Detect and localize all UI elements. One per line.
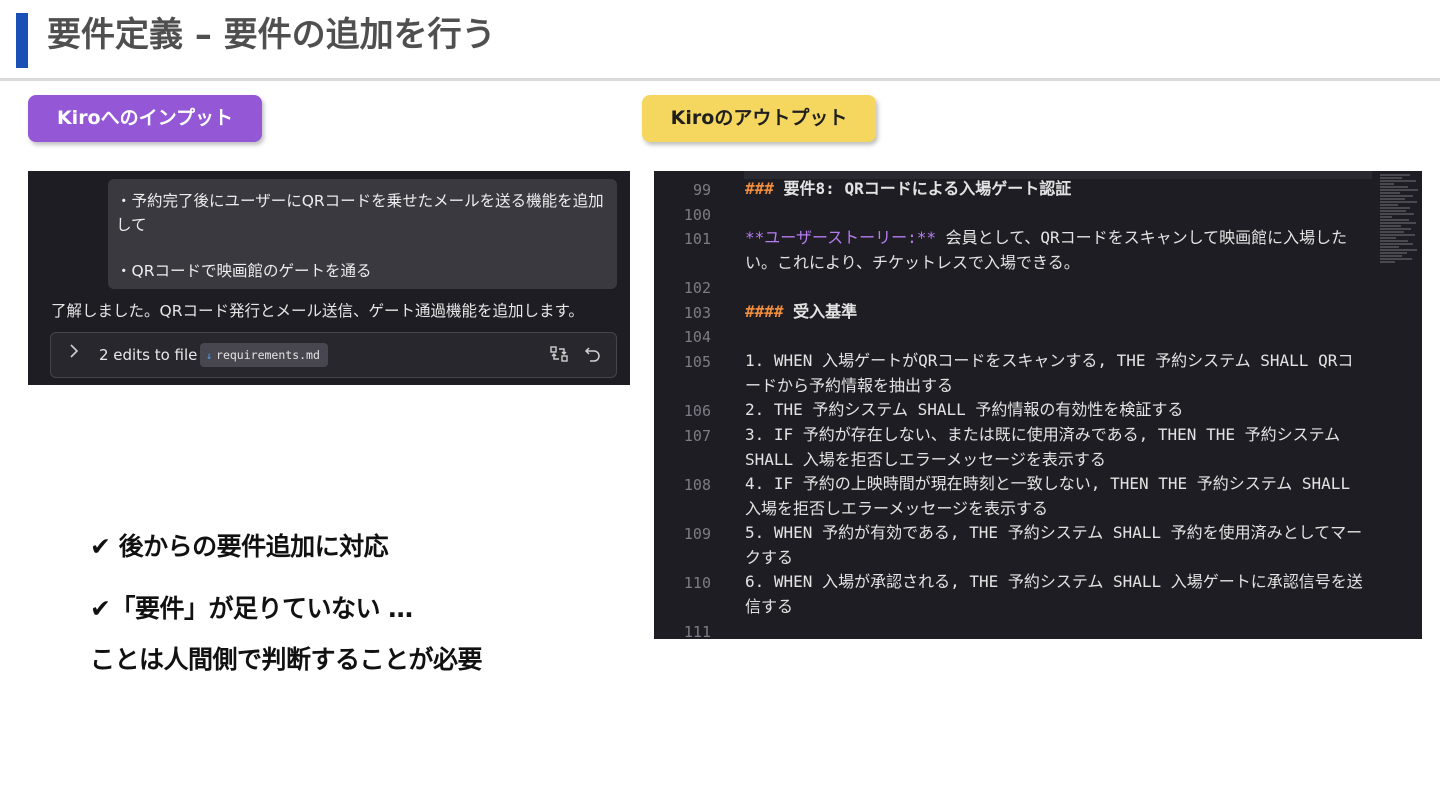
point-human-judgment: ことは人間側で判断することが必要 [90,645,483,674]
code-line: 4. IF 予約の上映時間が現在時刻と一致しない, THEN THE 予約システ… [745,474,1360,518]
assistant-message: 了解しました。QRコード発行とメール送信、ゲート通過機能を追加します。 [51,302,584,320]
minimap-line [1380,189,1418,191]
point-missing-requirements: ✔「要件」が足りていない … [90,594,413,623]
title-divider [0,78,1440,81]
minimap-line [1380,243,1413,245]
heading-text: 要件8: QRコードによる入場ゲート認証 [773,179,1072,198]
code-line: 1. WHEN 入場ゲートがQRコードをスキャンする, THE 予約システム S… [745,351,1354,395]
minimap-line [1380,201,1417,203]
minimap-line [1380,228,1411,230]
minimap-line [1380,192,1400,194]
minimap-line [1380,261,1395,263]
minimap-line [1380,174,1410,176]
chat-panel: ・予約完了後にユーザーにQRコードを乗せたメールを送る機能を追加して ・QRコー… [28,171,630,385]
minimap-line [1380,177,1402,179]
edits-label: 2 edits to file [99,346,198,364]
heading-text: 受入基準 [783,302,858,321]
minimap-line [1380,222,1416,224]
minimap-line [1380,213,1414,215]
minimap-line [1380,210,1406,212]
code-line: 6. WHEN 入場が承認される, THE 予約システム SHALL 入場ゲート… [745,572,1363,616]
output-tag: Kiroのアウトプット [642,95,876,142]
minimap[interactable] [1376,171,1422,266]
minimap-line [1380,207,1410,209]
user-message-line: ・予約完了後にユーザーにQRコードを乗せたメールを送る機能を追加して [116,192,604,234]
minimap-line [1380,219,1409,221]
minimap-line [1380,195,1413,197]
line-number: 104 [683,328,711,346]
code-line: 3. IF 予約が存在しない、または既に使用済みである, THEN THE 予約… [745,425,1350,469]
minimap-line [1380,234,1415,236]
minimap-line [1380,246,1399,248]
heading-marker: ### [745,179,774,198]
minimap-line [1380,240,1408,242]
line-number: 105 [683,353,711,371]
code-line: **ユーザーストーリー:** 会員として、QRコードをスキャンして映画館に入場し… [745,226,1365,275]
code-line: 5. WHEN 予約が有効である, THE 予約システム SHALL 予約を使用… [745,523,1363,567]
line-number: 109 [683,525,711,543]
minimap-line [1380,237,1396,239]
minimap-line [1380,198,1405,200]
minimap-line [1380,216,1392,218]
point-requirement-addition: ✔ 後からの要件追加に対応 [90,532,389,561]
line-number: 101 [683,230,711,248]
line-number: 110 [683,574,711,592]
code-line: 2. THE 予約システム SHALL 予約情報の有効性を検証する [745,400,1184,419]
file-name: requirements.md [216,348,320,362]
chevron-right-icon[interactable] [69,343,79,363]
undo-icon[interactable] [583,344,605,366]
minimap-line [1380,225,1401,227]
minimap-line [1380,255,1402,257]
user-message: ・予約完了後にユーザーにQRコードを乗せたメールを送る機能を追加して ・QRコー… [108,179,617,289]
line-number: 99 [692,181,711,199]
input-tag: Kiroへのインプット [28,95,262,142]
compare-icon[interactable] [549,344,571,366]
line-number: 106 [683,402,711,420]
minimap-line [1380,180,1416,182]
file-chip[interactable]: ↓ requirements.md [200,343,328,367]
page-title: 要件定義 – 要件の追加を行う [47,15,496,55]
code-line: ### 要件8: QRコードによる入場ゲート認証 [745,177,1365,202]
line-number: 107 [683,427,711,445]
line-number: 100 [683,206,711,224]
code-line: #### 受入基準 [745,300,1365,325]
line-number: 111 [683,623,711,639]
code-editor: 99 ### 要件8: QRコードによる入場ゲート認証 100 101 **ユー… [654,171,1422,639]
minimap-line [1380,183,1394,185]
minimap-line [1380,249,1417,251]
minimap-line [1380,252,1407,254]
edits-summary[interactable]: 2 edits to file ↓ requirements.md [50,332,617,378]
heading-marker: #### [745,302,784,321]
minimap-line [1380,186,1408,188]
line-number: 103 [683,304,711,322]
title-accent-bar [16,13,28,68]
user-message-line: ・QRコードで映画館のゲートを通る [116,262,372,280]
line-number: 102 [683,279,711,297]
minimap-line [1380,204,1398,206]
minimap-line [1380,258,1412,260]
markdown-file-icon: ↓ [206,351,213,362]
story-marker: **ユーザーストーリー:** [745,228,937,247]
minimap-line [1380,231,1404,233]
line-number: 108 [683,476,711,494]
